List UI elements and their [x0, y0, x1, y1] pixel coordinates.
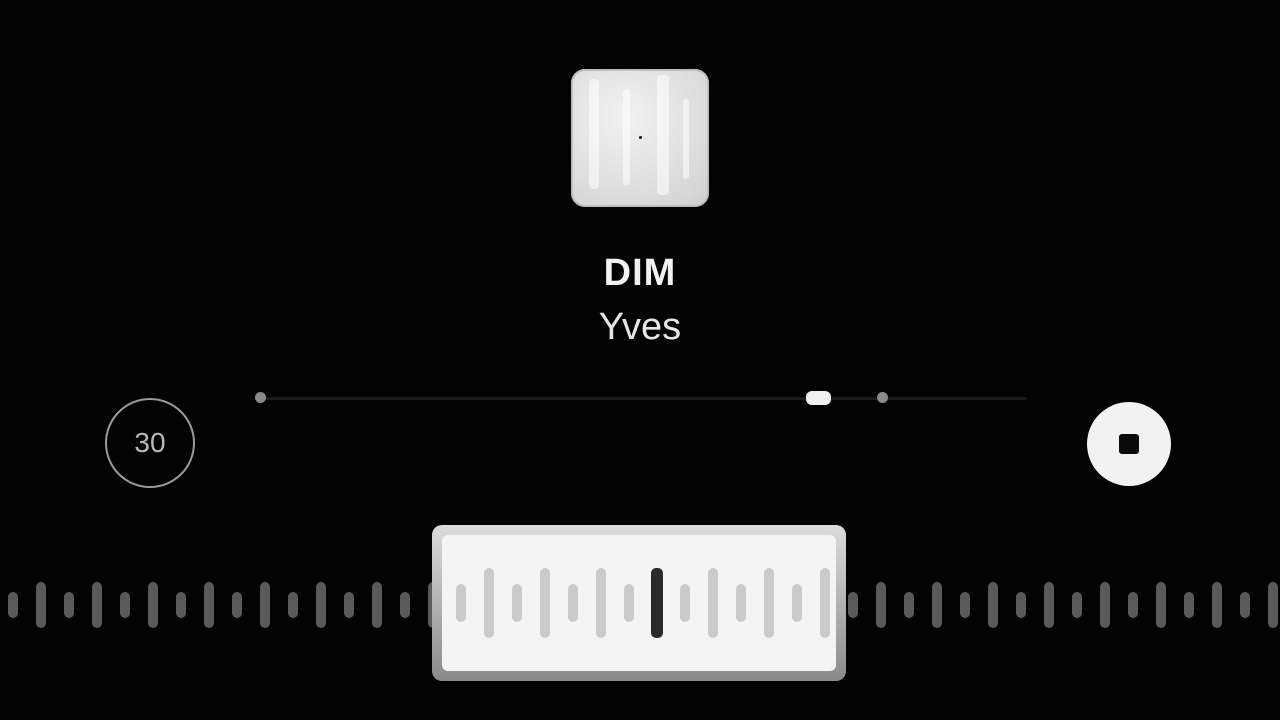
progress-marker-dot[interactable] [877, 392, 889, 403]
waveform-bar [148, 582, 158, 628]
waveform-bar [1184, 592, 1194, 618]
stop-button[interactable] [1087, 402, 1171, 486]
stop-icon [1119, 434, 1139, 454]
waveform-bar [820, 568, 830, 638]
waveform-bar [932, 582, 942, 628]
waveform-bar [988, 582, 998, 628]
track-title: DIM [603, 252, 677, 294]
waveform-bar [1072, 592, 1082, 618]
waveform-bar [736, 584, 746, 622]
album-artwork [571, 69, 709, 207]
waveform-bar [708, 568, 718, 638]
waveform-bar [1044, 582, 1054, 628]
waveform-bar [92, 582, 102, 628]
progress-start-dot [255, 392, 266, 403]
waveform-bar [876, 582, 886, 628]
waveform-selection-window[interactable] [432, 525, 846, 681]
player-screen: DIM Yves 30 [0, 0, 1280, 720]
waveform-bar [540, 568, 550, 638]
waveform-bar [8, 592, 18, 618]
waveform-bar [232, 592, 242, 618]
waveform-bar [764, 568, 774, 638]
waveform-bar [1156, 582, 1166, 628]
waveform-bar [1212, 582, 1222, 628]
waveform-bar [456, 584, 466, 622]
waveform-bar [176, 592, 186, 618]
waveform-bar [512, 584, 522, 622]
waveform-bar [904, 592, 914, 618]
waveform-bar [848, 592, 858, 618]
waveform-bar [1016, 592, 1026, 618]
waveform-bar [64, 592, 74, 618]
waveform-bar [120, 592, 130, 618]
waveform-bar [204, 582, 214, 628]
waveform-bar [36, 582, 46, 628]
waveform-bar [680, 584, 690, 622]
progress-track[interactable] [255, 391, 1027, 405]
waveform-bar [288, 592, 298, 618]
waveform-bar [344, 592, 354, 618]
waveform-bar [792, 584, 802, 622]
waveform-bar [372, 582, 382, 628]
waveform-bar [400, 592, 410, 618]
waveform-bar [316, 582, 326, 628]
waveform-bar [484, 568, 494, 638]
skip-30-button[interactable]: 30 [105, 398, 195, 488]
waveform-bar [624, 584, 634, 622]
waveform-bar [1100, 582, 1110, 628]
waveform-bar [960, 592, 970, 618]
waveform-bar [1268, 582, 1278, 628]
waveform-playhead [651, 568, 663, 638]
waveform-bar [568, 584, 578, 622]
track-artist: Yves [598, 306, 682, 348]
waveform-bar [1240, 592, 1250, 618]
progress-thumb[interactable] [805, 391, 831, 405]
skip-30-icon: 30 [134, 427, 166, 458]
waveform-bar [596, 568, 606, 638]
waveform-selection-inner [442, 535, 836, 671]
waveform-bar [260, 582, 270, 628]
waveform-bar [1128, 592, 1138, 618]
